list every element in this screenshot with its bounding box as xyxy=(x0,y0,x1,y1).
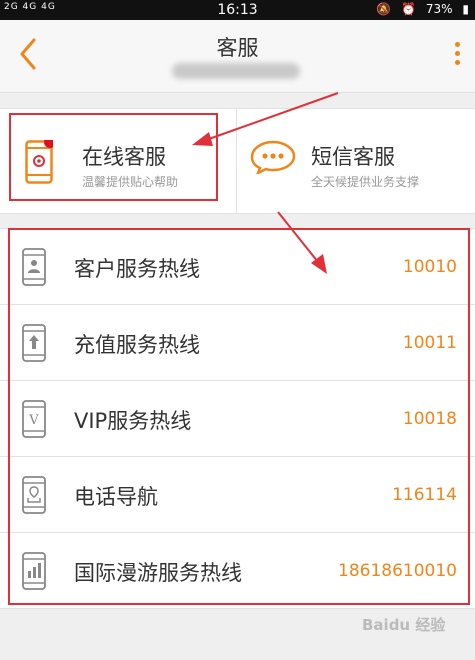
battery-percent: 73% xyxy=(425,2,453,16)
watermark: Baidu 经验 xyxy=(362,616,446,634)
nav-bar: 客服 xyxy=(0,20,475,93)
more-menu-button[interactable] xyxy=(449,40,465,74)
sms-service-title: 短信客服 xyxy=(311,145,395,169)
status-bar: 2G 4G 4G 16:13 🔕 ⏰ 73% ▮ xyxy=(0,0,475,20)
page-title: 客服 xyxy=(216,36,259,60)
hotline-list-highlight xyxy=(8,228,470,605)
battery-icon: ▮ xyxy=(462,2,469,16)
more-vertical-icon xyxy=(449,42,465,65)
online-service-highlight xyxy=(9,113,218,201)
blurred-phone-number xyxy=(172,63,300,79)
chat-bubble-icon xyxy=(250,140,296,174)
sms-service-subtitle: 全天候提供业务支撑 xyxy=(311,175,420,189)
status-right: 🔕 ⏰ 73% ▮ xyxy=(370,2,469,16)
mute-icon: 🔕 xyxy=(376,2,392,16)
alarm-icon: ⏰ xyxy=(401,2,417,16)
